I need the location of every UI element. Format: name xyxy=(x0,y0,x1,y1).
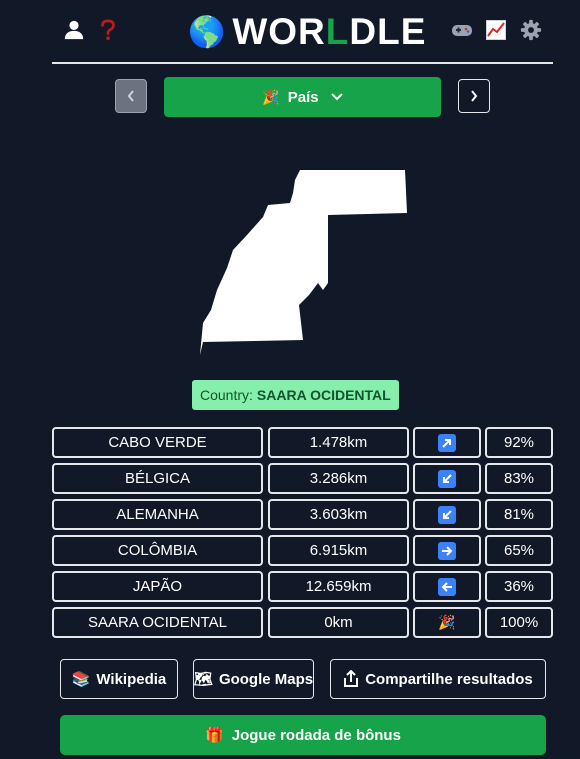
bonus-label: Jogue rodada de bônus xyxy=(231,726,401,744)
chevron-right-icon xyxy=(471,90,478,102)
chevron-down-icon xyxy=(330,93,343,101)
stats-chart-icon[interactable] xyxy=(484,18,508,42)
guess-country: CABO VERDE xyxy=(52,427,263,458)
wikipedia-button[interactable]: 📚 Wikipedia xyxy=(60,659,178,699)
guess-proximity: 36% xyxy=(485,571,553,602)
guess-direction: 🎉 xyxy=(413,607,481,638)
gamepad-icon[interactable] xyxy=(450,18,474,42)
help-icon[interactable] xyxy=(96,18,120,42)
chevron-left-icon xyxy=(127,90,134,102)
share-results-button[interactable]: Compartilhe resultados xyxy=(330,659,546,699)
guess-proximity: 100% xyxy=(485,607,553,638)
previous-mode-button[interactable] xyxy=(115,79,147,113)
google-maps-button[interactable]: 🗺 Google Maps xyxy=(193,659,314,699)
next-mode-button[interactable] xyxy=(458,79,490,113)
guess-direction xyxy=(413,427,481,458)
guess-country: SAARA OCIDENTAL xyxy=(52,607,263,638)
guess-distance: 6.915km xyxy=(268,535,409,566)
globe-icon: 🌎 xyxy=(188,14,227,50)
country-silhouette xyxy=(200,170,407,355)
share-label: Compartilhe resultados xyxy=(365,670,533,688)
guess-distance: 1.478km xyxy=(268,427,409,458)
north-east-arrow-icon xyxy=(438,433,456,452)
guess-proximity: 83% xyxy=(485,463,553,494)
west-arrow-icon xyxy=(438,577,456,596)
south-west-arrow-icon xyxy=(438,469,456,488)
guess-country: COLÔMBIA xyxy=(52,535,263,566)
south-west-arrow-icon xyxy=(438,505,456,524)
share-icon xyxy=(344,670,359,687)
party-popper-icon: 🎉 xyxy=(438,614,456,630)
title-part-1: WOR xyxy=(232,11,326,52)
guess-country: BÉLGICA xyxy=(52,463,263,494)
google-maps-label: Google Maps xyxy=(218,670,314,688)
bonus-round-button[interactable]: 🎁 Jogue rodada de bônus xyxy=(60,715,546,755)
country-label: Country: xyxy=(200,387,253,403)
title-part-2: DLE xyxy=(349,11,427,52)
map-icon: 🗺 xyxy=(193,670,213,688)
guess-distance: 3.286km xyxy=(268,463,409,494)
mode-select[interactable]: 🎉 País xyxy=(164,77,441,117)
guess-distance: 0km xyxy=(268,607,409,638)
guess-direction xyxy=(413,535,481,566)
header: 🌎 WOR L DLE xyxy=(52,0,553,64)
party-popper-icon: 🎉 xyxy=(262,88,280,105)
wikipedia-label: Wikipedia xyxy=(96,670,167,688)
title-letter-l: L xyxy=(325,11,350,52)
app-title: 🌎 WOR L DLE xyxy=(188,10,426,54)
user-icon[interactable] xyxy=(62,18,86,42)
settings-gear-icon[interactable] xyxy=(519,18,543,42)
guess-proximity: 81% xyxy=(485,499,553,530)
guess-direction xyxy=(413,463,481,494)
east-arrow-icon xyxy=(438,541,456,560)
guess-country: JAPÃO xyxy=(52,571,263,602)
guess-direction xyxy=(413,499,481,530)
country-value: SAARA OCIDENTAL xyxy=(256,387,391,403)
gift-icon: 🎁 xyxy=(205,726,224,744)
mode-label: País xyxy=(287,88,319,106)
country-answer-badge: Country: SAARA OCIDENTAL xyxy=(192,380,399,410)
guess-distance: 12.659km xyxy=(268,571,409,602)
guess-proximity: 65% xyxy=(485,535,553,566)
guess-direction xyxy=(413,571,481,602)
guess-distance: 3.603km xyxy=(268,499,409,530)
guess-country: ALEMANHA xyxy=(52,499,263,530)
books-icon: 📚 xyxy=(71,670,91,688)
guess-proximity: 92% xyxy=(485,427,553,458)
